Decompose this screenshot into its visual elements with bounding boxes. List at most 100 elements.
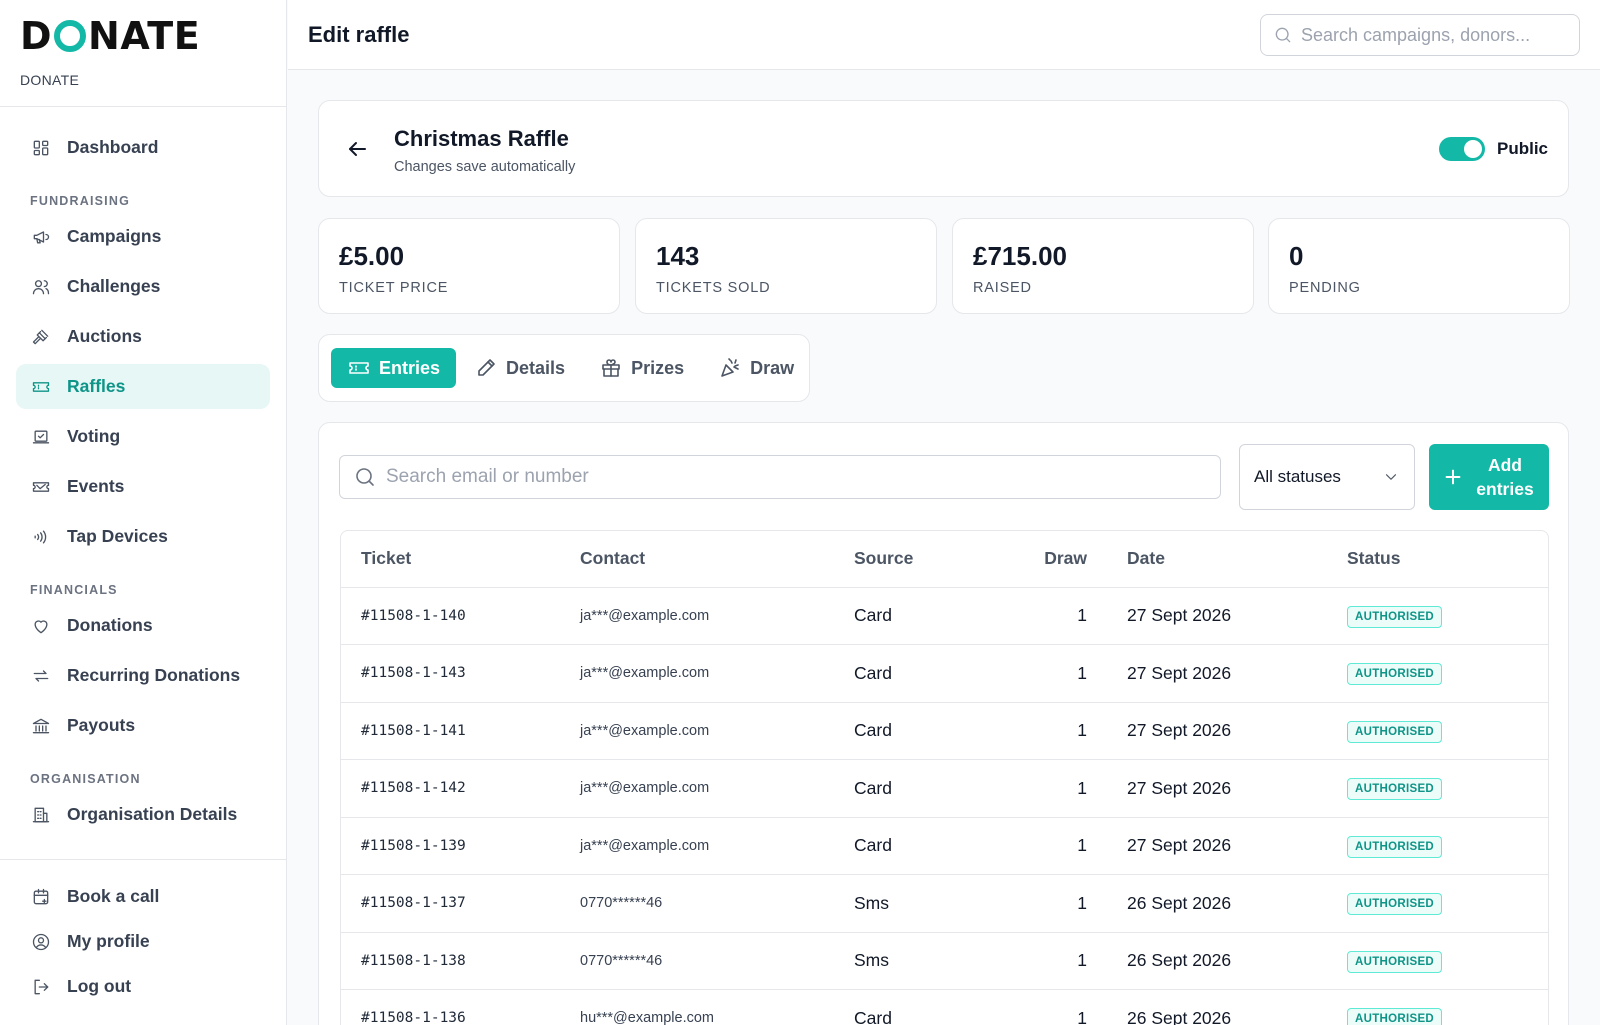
table-row[interactable]: #11508-1-141 ja***@example.com Card 1 27…: [341, 702, 1548, 760]
plus-icon: [1442, 466, 1464, 488]
ticket-number: #11508-1-138: [341, 932, 560, 990]
sidebar-item-payouts[interactable]: Payouts: [16, 703, 270, 748]
calendar-icon: [31, 887, 51, 907]
entries-table: Ticket Contact Source Draw Date Status #…: [341, 531, 1548, 1025]
status-cell: AUTHORISED: [1327, 702, 1548, 760]
ticket-icon: [347, 356, 371, 380]
ticket-number: #11508-1-141: [341, 702, 560, 760]
sidebar-item-voting[interactable]: Voting: [16, 414, 270, 459]
sidebar-item-book-a-call[interactable]: Book a call: [16, 874, 270, 919]
building-icon: [31, 805, 51, 825]
draw: 1: [1004, 932, 1107, 990]
table-row[interactable]: #11508-1-138 0770******46 Sms 1 26 Sept …: [341, 932, 1548, 990]
status-badge: AUTHORISED: [1347, 1008, 1443, 1025]
column-header-source[interactable]: Source: [834, 531, 1004, 588]
entries-panel: All statuses Add entries Ticket Contact …: [318, 422, 1569, 1025]
sidebar-item-my-profile[interactable]: My profile: [16, 919, 270, 964]
global-search-input[interactable]: [1301, 24, 1571, 46]
table-row[interactable]: #11508-1-140 ja***@example.com Card 1 27…: [341, 587, 1548, 645]
sidebar-item-tap-devices[interactable]: Tap Devices: [16, 514, 270, 559]
table-row[interactable]: #11508-1-142 ja***@example.com Card 1 27…: [341, 759, 1548, 818]
public-toggle[interactable]: Public: [1438, 137, 1548, 161]
sidebar-item-campaigns[interactable]: Campaigns: [16, 214, 270, 259]
sidebar-item-recurring-donations[interactable]: Recurring Donations: [16, 653, 270, 698]
stat-label: PENDING: [1289, 280, 1361, 296]
ticket-number: #11508-1-136: [341, 989, 560, 1025]
draw: 1: [1004, 817, 1107, 875]
sidebar-item-label: Challenges: [67, 276, 161, 296]
nav-section-fundraising: FUNDRAISING: [30, 194, 131, 208]
table-row[interactable]: #11508-1-136 hu***@example.com Card 1 26…: [341, 989, 1548, 1025]
logo[interactable]: D NATE: [20, 16, 266, 56]
stat-tickets-sold: 143 TICKETS SOLD: [635, 218, 937, 314]
global-search[interactable]: [1260, 14, 1580, 56]
column-header-status[interactable]: Status: [1327, 531, 1548, 588]
ticket-number: #11508-1-139: [341, 817, 560, 875]
table-row[interactable]: #11508-1-139 ja***@example.com Card 1 27…: [341, 817, 1548, 875]
draw: 1: [1004, 989, 1107, 1025]
sidebar-item-label: Payouts: [67, 715, 136, 735]
draw: 1: [1004, 644, 1107, 703]
sidebar-item-auctions[interactable]: Auctions: [16, 314, 270, 359]
sidebar-item-log-out[interactable]: Log out: [16, 964, 270, 1009]
users-icon: [31, 277, 51, 297]
column-header-date[interactable]: Date: [1107, 531, 1327, 588]
table-row[interactable]: #11508-1-137 0770******46 Sms 1 26 Sept …: [341, 874, 1548, 933]
contact: ja***@example.com: [560, 817, 834, 875]
heart-icon: [31, 616, 51, 636]
source: Card: [834, 644, 1004, 703]
entry-search-input[interactable]: [386, 466, 1206, 488]
sidebar-item-dashboard[interactable]: Dashboard: [16, 125, 270, 170]
column-header-draw[interactable]: Draw: [1004, 531, 1107, 588]
stat-value: £5.00: [339, 241, 405, 271]
date: 27 Sept 2026: [1107, 644, 1327, 703]
nav-section-organisation: ORGANISATION: [30, 772, 141, 786]
column-header-contact[interactable]: Contact: [560, 531, 834, 588]
column-header-ticket[interactable]: Ticket: [341, 531, 560, 588]
add-entries-button[interactable]: Add entries: [1429, 444, 1549, 510]
sidebar-item-label: Recurring Donations: [67, 665, 241, 685]
sidebar-item-donations[interactable]: Donations: [16, 603, 270, 648]
contact: ja***@example.com: [560, 759, 834, 818]
tab-label: Entries: [379, 357, 441, 378]
tab-entries[interactable]: Entries: [331, 348, 457, 388]
tab-prizes[interactable]: Prizes: [583, 348, 700, 388]
entry-search[interactable]: [339, 455, 1221, 499]
toggle-switch[interactable]: [1438, 137, 1485, 161]
megaphone-icon: [31, 227, 51, 247]
date: 26 Sept 2026: [1107, 932, 1327, 990]
tab-details[interactable]: Details: [458, 348, 581, 388]
ticket-number: #11508-1-140: [341, 587, 560, 645]
sidebar-item-organisation-details[interactable]: Organisation Details: [16, 792, 270, 837]
tab-label: Draw: [750, 357, 795, 378]
status-filter-select[interactable]: All statuses: [1239, 444, 1415, 510]
stat-value: 143: [656, 241, 700, 271]
status-cell: AUTHORISED: [1327, 989, 1548, 1025]
nav-section-financials: FINANCIALS: [30, 583, 118, 597]
tab-label: Prizes: [631, 357, 685, 378]
autosave-note: Changes save automatically: [394, 159, 576, 175]
back-arrow-icon[interactable]: [345, 137, 369, 161]
status-badge: AUTHORISED: [1347, 835, 1443, 858]
sidebar-item-label: Log out: [67, 976, 132, 996]
sidebar-item-raffles[interactable]: Raffles: [16, 364, 270, 409]
ticket-number: #11508-1-142: [341, 759, 560, 818]
logo-text-end: NATE: [88, 14, 201, 58]
contact: ja***@example.com: [560, 587, 834, 645]
search-icon: [353, 465, 377, 489]
status-cell: AUTHORISED: [1327, 874, 1548, 933]
public-label: Public: [1496, 139, 1548, 158]
ticket-icon: [31, 477, 51, 497]
tab-draw[interactable]: Draw: [702, 348, 810, 388]
sidebar-item-label: Dashboard: [67, 137, 159, 157]
stat-value: 0: [1289, 241, 1304, 271]
contact: 0770******46: [560, 874, 834, 933]
sidebar-item-label: Book a call: [67, 886, 160, 906]
sidebar-item-events[interactable]: Events: [16, 464, 270, 509]
tab-label: Details: [506, 357, 566, 378]
status-cell: AUTHORISED: [1327, 759, 1548, 818]
organisation-name: DONATE: [20, 72, 80, 88]
table-row[interactable]: #11508-1-143 ja***@example.com Card 1 27…: [341, 644, 1548, 703]
sidebar-item-challenges[interactable]: Challenges: [16, 264, 270, 309]
contactless-icon: [31, 527, 51, 547]
